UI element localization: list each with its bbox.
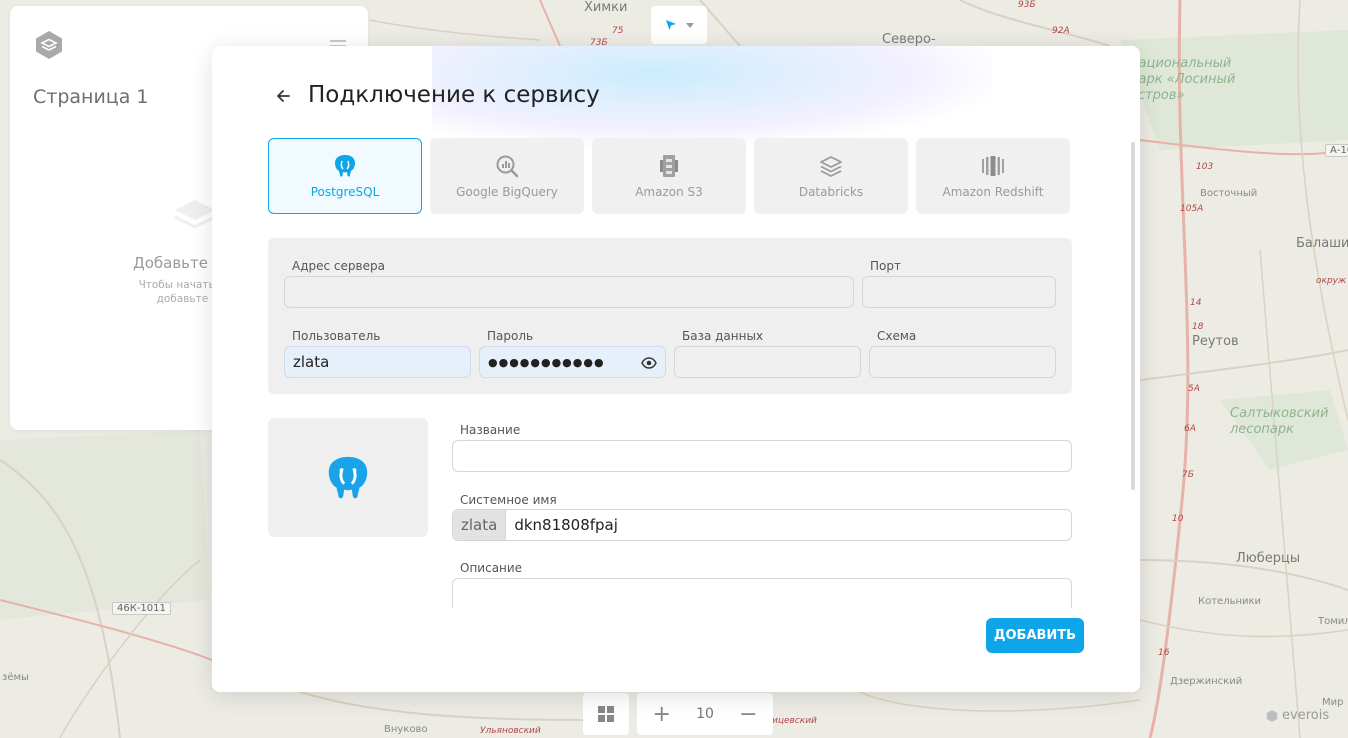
map-label: Восточный [1200, 188, 1258, 199]
map-label: 18 [1192, 322, 1204, 332]
show-password-eye-icon[interactable] [641, 355, 657, 371]
service-amazon-s3[interactable]: Amazon S3 [592, 138, 746, 214]
server-address-input[interactable] [284, 276, 854, 308]
description-textarea[interactable] [452, 578, 1072, 608]
zoom-level: 10 [696, 706, 714, 722]
map-label: Реутов [1192, 334, 1239, 349]
connection-settings: Адрес сервера Порт Пользователь zlata Па… [268, 238, 1072, 394]
postgresql-icon [335, 155, 355, 177]
service-label: Databricks [798, 185, 864, 199]
postgresql-logo-icon [328, 456, 368, 498]
dialog-title: Подключение к сервису [308, 82, 600, 108]
back-arrow-icon[interactable] [274, 86, 294, 106]
grid-icon [598, 706, 614, 722]
add-button[interactable]: ДОБАВИТЬ [986, 618, 1084, 653]
page-title: Страница 1 [33, 86, 149, 108]
service-selector: PostgreSQL Google BigQuery Amazon S3 Dat… [268, 138, 1070, 214]
brand-logo-icon [1266, 709, 1278, 722]
map-label: 103 [1196, 162, 1214, 172]
map-label: Северо- [882, 32, 936, 47]
brand-name: everois [1282, 708, 1330, 723]
connect-service-dialog: Подключение к сервису PostgreSQL Google … [212, 46, 1140, 692]
basemap-grid-button[interactable] [583, 693, 629, 735]
map-label: 14 [1190, 298, 1202, 308]
map-label: Химки [584, 0, 628, 15]
service-thumbnail [268, 418, 428, 537]
map-label: Балаши [1296, 236, 1348, 251]
name-label: Название [460, 423, 521, 437]
cursor-arrow-icon [666, 20, 676, 30]
map-label: 93Б [1018, 0, 1036, 10]
map-label: Салтыковский лесопарк [1230, 406, 1329, 437]
map-label: 92А [1052, 26, 1070, 36]
map-controls: + 10 − [583, 693, 773, 735]
map-label: окруж [1316, 276, 1347, 286]
amazon-s3-icon [660, 155, 678, 177]
map-label: 10 [1172, 514, 1184, 524]
map-label: Томил [1318, 616, 1348, 627]
map-label: 7Б [1182, 470, 1194, 480]
redshift-icon [982, 156, 1004, 176]
service-label: Amazon Redshift [942, 185, 1044, 199]
service-label: Google BigQuery [456, 185, 558, 199]
map-label: Внуково [384, 724, 428, 735]
bigquery-icon [496, 155, 519, 178]
password-value: ●●●●●●●●●●● [488, 355, 605, 369]
database-label: База данных [682, 329, 764, 343]
map-label: 46К-1011 [112, 602, 171, 615]
port-label: Порт [870, 259, 901, 273]
service-label: Amazon S3 [635, 185, 703, 199]
map-label: зёмы [2, 672, 29, 683]
service-postgresql[interactable]: PostgreSQL [268, 138, 422, 214]
schema-input[interactable] [869, 346, 1056, 378]
map-label: Ульяновский [480, 726, 541, 736]
system-name-input[interactable]: zlata dkn81808fpaj [452, 509, 1072, 541]
description-label: Описание [460, 561, 523, 575]
zoom-in-button[interactable]: + [647, 702, 677, 727]
dialog-scrollbar[interactable] [1131, 142, 1135, 490]
database-input[interactable] [674, 346, 861, 378]
map-label: 105А [1180, 204, 1204, 214]
map-label: Котельники [1198, 596, 1262, 607]
name-input[interactable] [452, 440, 1072, 472]
map-label: Мир [1322, 697, 1344, 708]
brand-watermark: everois [1266, 708, 1329, 723]
zoom-out-button[interactable]: − [733, 702, 763, 727]
map-label: Дзержинский [1170, 676, 1243, 687]
user-label: Пользователь [292, 329, 381, 343]
map-label: 16 [1158, 648, 1170, 658]
service-label: PostgreSQL [310, 185, 380, 199]
databricks-icon [820, 156, 842, 177]
server-address-label: Адрес сервера [292, 259, 385, 273]
password-input[interactable]: ●●●●●●●●●●● [479, 346, 666, 378]
password-label: Пароль [487, 329, 534, 343]
map-label: национальный парк «Лосиный остров» [1130, 56, 1236, 103]
system-name-prefix: zlata [453, 510, 507, 540]
chevron-down-icon[interactable] [686, 22, 694, 28]
map-label: ицевский [772, 716, 817, 726]
system-name-label: Системное имя [460, 493, 557, 507]
map-label: А-10 [1325, 144, 1348, 157]
schema-label: Схема [877, 329, 917, 343]
app-logo-icon [36, 31, 62, 59]
port-input[interactable] [862, 276, 1056, 308]
map-label: Люберцы [1236, 551, 1301, 566]
map-label: 75 [612, 26, 624, 36]
map-select-tool-button[interactable] [651, 6, 707, 44]
service-google-bigquery[interactable]: Google BigQuery [430, 138, 584, 214]
service-amazon-redshift[interactable]: Amazon Redshift [916, 138, 1070, 214]
map-label: 5A [1188, 384, 1200, 394]
user-input[interactable]: zlata [284, 346, 471, 378]
map-label: 6A [1184, 424, 1196, 434]
service-databricks[interactable]: Databricks [754, 138, 908, 214]
zoom-control: + 10 − [637, 693, 773, 735]
system-name-value: dkn81808fpaj [514, 516, 618, 534]
empty-state-title: Добавьте с [133, 254, 222, 272]
